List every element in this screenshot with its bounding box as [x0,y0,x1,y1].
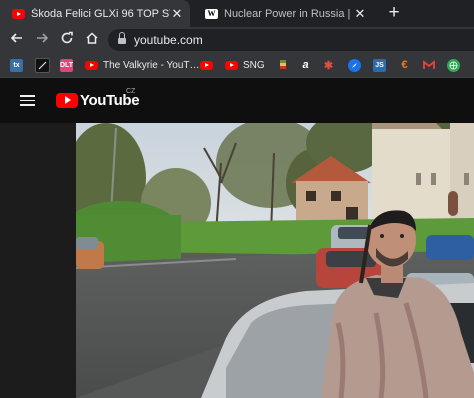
wikipedia-icon: W [205,8,218,19]
youtube-icon [85,60,98,70]
a-icon: a [302,59,309,71]
bookmark-dlt[interactable]: DLT [60,58,73,72]
bookmark-compass[interactable] [348,58,361,72]
youtube-icon [200,60,213,70]
tab-strip: Škoda Felici GLXi 96 TOP STAV - … ✕ W Nu… [0,0,474,27]
star-icon: ✱ [323,59,334,72]
bookmark-globe[interactable] [447,58,460,72]
bookmark-gmail[interactable] [422,58,435,72]
globe-icon [447,58,460,72]
close-icon[interactable]: ✕ [353,6,367,22]
reload-button[interactable] [58,31,76,49]
bookmark-label: SNG [243,59,265,71]
tx-icon: tx [10,58,23,72]
tab-skoda-felicia[interactable]: Škoda Felici GLXi 96 TOP STAV - … ✕ [0,0,190,27]
bookmark-sng[interactable]: SNG [225,58,265,72]
bookmark-star[interactable]: ✱ [322,58,335,72]
bookmark-flag[interactable] [276,58,289,72]
bookmark-euro[interactable]: € [398,58,411,72]
arrow-left-icon [10,33,22,43]
bookmark-icon [35,57,50,73]
bookmark-dark[interactable] [35,57,50,73]
browser-toolbar: youtube.com [0,27,474,53]
youtube-icon [12,8,25,19]
flag-icon [276,59,289,72]
bookmark-youtube[interactable] [200,58,213,72]
back-button[interactable] [8,31,26,49]
menu-icon[interactable] [20,95,35,106]
forward-button[interactable] [33,31,51,49]
home-button[interactable] [83,31,101,49]
js-icon: JS [373,58,386,72]
tab-title: Nuclear Power in Russia | Russian [224,7,353,20]
country-code: CZ [126,88,136,95]
bookmark-js[interactable]: JS [373,58,386,72]
reload-icon [61,31,73,44]
dlt-icon: DLT [60,58,73,72]
gmail-icon [422,59,435,72]
tab-title: Škoda Felici GLXi 96 TOP STAV - … [31,7,170,20]
close-icon[interactable]: ✕ [170,6,184,22]
bookmark-a[interactable]: a [299,58,312,72]
youtube-header: YouTube CZ [0,78,474,123]
lock-icon [118,31,126,45]
address-bar[interactable]: youtube.com [108,29,474,51]
video-player[interactable] [76,123,474,398]
youtube-icon [225,60,238,70]
bookmark-label: The Valkyrie - YouT… [103,59,200,71]
tab-nuclear-power[interactable]: W Nuclear Power in Russia | Russian ✕ [193,0,373,27]
euro-icon: € [401,59,408,71]
new-tab-button[interactable]: + [385,3,403,23]
url-text: youtube.com [134,33,203,47]
bookmark-the-valkyrie[interactable]: The Valkyrie - YouT… [85,58,200,72]
bookmark-tx[interactable]: tx [10,58,23,72]
youtube-icon [56,92,78,108]
home-icon [86,32,98,44]
arrow-right-icon [37,33,49,43]
compass-icon [348,58,361,72]
player-side-area [0,123,76,398]
bookmarks-bar: tx DLT The Valkyrie - YouT… SNG a ✱ JS € [0,53,474,78]
video-frame [76,123,474,398]
